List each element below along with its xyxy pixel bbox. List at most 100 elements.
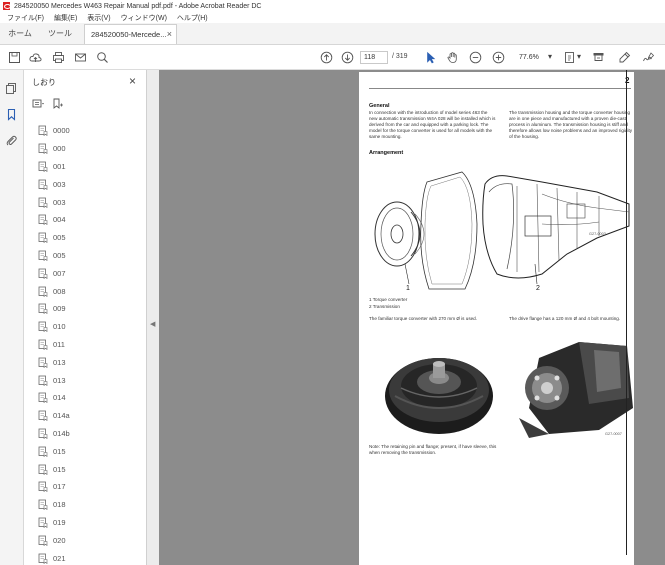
page-number-input[interactable]: 118	[360, 51, 388, 64]
bookmark-label: 020	[53, 535, 66, 545]
bookmark-item[interactable]: 015	[38, 460, 148, 478]
bookmark-item[interactable]: 020	[38, 531, 148, 549]
tab-tools[interactable]: ツール	[40, 22, 80, 44]
bookmark-icon[interactable]	[5, 108, 18, 121]
bookmark-label: 013	[53, 375, 66, 385]
collapse-panel-arrow-icon[interactable]: ◀	[150, 320, 155, 328]
bookmark-item[interactable]: 014	[38, 389, 148, 407]
bookmark-item[interactable]: 013	[38, 371, 148, 389]
menu-bar: ファイル(F) 編集(E) 表示(V) ウィンドウ(W) ヘルプ(H)	[0, 12, 665, 23]
menu-file[interactable]: ファイル(F)	[7, 13, 44, 23]
callout-1: 1	[406, 285, 410, 292]
bookmark-item[interactable]: 004	[38, 211, 148, 229]
bookmark-label: 015	[53, 446, 66, 456]
housing-paragraph: The transmission housing and the torque …	[509, 110, 633, 139]
bookmark-item[interactable]: 017	[38, 478, 148, 496]
bookmark-page-icon	[38, 357, 48, 368]
bookmark-label: 014a	[53, 411, 70, 421]
options-menu-icon[interactable]	[32, 98, 45, 110]
attachments-paperclip-icon[interactable]	[5, 134, 18, 147]
bookmark-item[interactable]: 018	[38, 496, 148, 514]
close-panel-icon[interactable]: ×	[129, 74, 136, 88]
bookmark-item[interactable]: 010	[38, 318, 148, 336]
header-rule	[369, 88, 631, 89]
zoom-chevron-down-icon[interactable]: ▾	[548, 52, 552, 61]
bookmark-item[interactable]: 013	[38, 353, 148, 371]
bookmark-page-icon	[38, 303, 48, 315]
section-general-heading: General	[369, 103, 390, 109]
bookmark-item[interactable]: 014b	[38, 425, 148, 443]
next-page-icon[interactable]	[341, 51, 354, 64]
bookmark-page-icon	[38, 375, 48, 386]
bookmark-label: 018	[53, 500, 66, 510]
bookmark-item[interactable]: 015	[38, 442, 148, 460]
bookmark-label: 001	[53, 161, 66, 171]
bookmark-page-icon	[38, 268, 48, 279]
caption-converter: The familiar torque converter with 270 m…	[369, 316, 477, 321]
bookmark-label: 019	[53, 517, 66, 527]
bookmark-item[interactable]: 007	[38, 264, 148, 282]
bookmark-item[interactable]: 014a	[38, 407, 148, 425]
sign-icon[interactable]	[642, 51, 655, 64]
caption-drive-flange: The drive flange has a 120 mm Ø and 4 bo…	[509, 316, 621, 321]
save-icon[interactable]	[8, 51, 21, 64]
bookmark-label: 000	[53, 144, 66, 154]
tab-document[interactable]: 284520050-Mercede... ×	[84, 24, 177, 44]
bookmark-page-icon	[38, 446, 48, 457]
title-bar: 284520050 Mercedes W463 Repair Manual pd…	[0, 0, 665, 12]
bookmark-item[interactable]: 003	[38, 193, 148, 211]
search-icon[interactable]	[96, 51, 109, 64]
fit-page-icon[interactable]	[563, 51, 576, 64]
bookmark-page-icon	[38, 499, 48, 511]
bookmark-label: 021	[53, 553, 66, 563]
bookmark-label: 011	[53, 339, 65, 349]
section-arrangement-heading: Arrangement	[369, 150, 404, 156]
hand-tool-icon[interactable]	[446, 51, 459, 64]
bookmark-item[interactable]: 003	[38, 175, 148, 193]
close-tab-icon[interactable]: ×	[167, 29, 172, 39]
menu-view[interactable]: 表示(V)	[87, 13, 110, 23]
zoom-out-icon[interactable]	[469, 51, 482, 64]
toolbar: 118 / 319 77.6% ▾ ▾	[0, 45, 665, 70]
window-title: 284520050 Mercedes W463 Repair Manual pd…	[14, 2, 262, 10]
figure-code-1: G27-0003	[589, 232, 606, 236]
bookmark-item[interactable]: 019	[38, 514, 148, 532]
bookmark-item[interactable]: 001	[38, 158, 148, 176]
bookmark-item[interactable]: 011	[38, 336, 148, 354]
general-paragraph: In connection with the introduction of m…	[369, 110, 496, 139]
print-icon[interactable]	[52, 51, 65, 64]
menu-edit[interactable]: 編集(E)	[54, 13, 77, 23]
legend-transmission: 2 Transmission	[369, 304, 400, 309]
cloud-upload-icon[interactable]	[29, 51, 42, 64]
bookmark-page-icon	[38, 179, 48, 190]
document-viewport[interactable]: 2 General In connection with the introdu…	[159, 70, 665, 565]
select-tool-icon[interactable]	[424, 51, 437, 64]
bookmark-page-icon	[38, 428, 48, 439]
bookmark-item[interactable]: 005	[38, 229, 148, 247]
note-paragraph: Note: The retaining pin and flange; pres…	[369, 444, 497, 455]
figure-code-2: G27-0007	[605, 432, 622, 436]
menu-help[interactable]: ヘルプ(H)	[177, 13, 208, 23]
bookmark-item[interactable]: 000	[38, 140, 148, 158]
page-thumbnails-icon[interactable]	[5, 82, 18, 95]
panel-splitter[interactable]: ◀	[147, 70, 159, 565]
callout-2: 2	[536, 285, 540, 292]
email-icon[interactable]	[74, 51, 87, 64]
bookmark-label: 017	[53, 482, 66, 492]
fit-chevron-down-icon[interactable]: ▾	[577, 52, 581, 61]
bookmark-label: 003	[53, 179, 66, 189]
bookmark-item[interactable]: 021	[38, 549, 148, 565]
bookmark-page-icon	[38, 214, 48, 226]
menu-window[interactable]: ウィンドウ(W)	[121, 13, 167, 23]
previous-page-icon[interactable]	[320, 51, 333, 64]
bookmark-item[interactable]: 009	[38, 300, 148, 318]
zoom-in-icon[interactable]	[492, 51, 505, 64]
bookmark-item[interactable]: 0000	[38, 122, 148, 140]
highlight-pen-icon[interactable]	[618, 51, 631, 64]
bookmark-item[interactable]: 005	[38, 247, 148, 265]
comment-icon[interactable]	[592, 51, 605, 64]
bookmark-label: 014	[53, 393, 66, 403]
tab-home[interactable]: ホーム	[0, 22, 40, 44]
bookmark-item[interactable]: 008	[38, 282, 148, 300]
add-bookmark-icon[interactable]	[51, 98, 64, 110]
